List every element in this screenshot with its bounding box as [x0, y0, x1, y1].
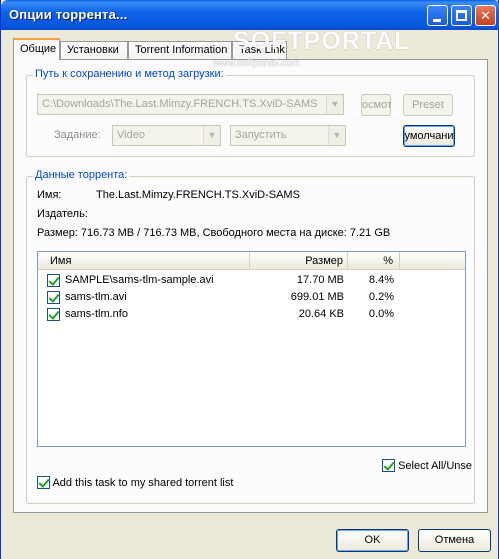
share-checkbox[interactable]: [37, 476, 50, 489]
file-checkbox[interactable]: [47, 291, 60, 304]
tab-general[interactable]: Общие: [13, 38, 60, 60]
browse-button[interactable]: осмот: [361, 94, 391, 116]
chevron-down-icon[interactable]: ▼: [328, 126, 345, 145]
table-row[interactable]: SAMPLE\sams-tlm-sample.avi 17.70 MB 8.4%: [38, 272, 465, 289]
tab-torrent-information[interactable]: Torrent Information: [128, 41, 232, 60]
preset-button[interactable]: Preset: [403, 94, 453, 116]
file-size: 699.01 MB: [290, 291, 344, 303]
name-value: The.Last.Mimzy.FRENCH.TS.XviD-SAMS: [96, 189, 300, 201]
save-path-combo[interactable]: C:\Downloads\The.Last.Mimzy.FRENCH.TS.Xv…: [37, 94, 344, 115]
minimize-icon: [433, 19, 441, 22]
name-label: Имя:: [37, 189, 62, 201]
close-icon: ✕: [480, 8, 491, 23]
files-list-header: Имя Размер %: [38, 252, 465, 270]
share-checkbox-wrap[interactable]: Add this task to my shared torrent list: [37, 476, 233, 489]
file-checkbox[interactable]: [47, 308, 60, 321]
file-percent: 8.4%: [368, 274, 394, 286]
file-name: sams-tlm.avi: [65, 291, 127, 303]
tab-task-link[interactable]: Task Link: [232, 41, 287, 60]
save-path-value: C:\Downloads\The.Last.Mimzy.FRENCH.TS.Xv…: [42, 98, 318, 110]
chevron-down-icon[interactable]: ▼: [326, 95, 343, 114]
torrent-data-group-title: Данные торрента:: [33, 169, 130, 181]
select-all-label: Select All/Unse: [398, 460, 473, 472]
maximize-button[interactable]: [451, 5, 472, 26]
save-path-group-title: Путь к сохранению и метод загрузки:: [33, 68, 226, 80]
file-name: SAMPLE\sams-tlm-sample.avi: [65, 274, 214, 286]
file-percent: 0.2%: [368, 291, 394, 303]
tab-settings[interactable]: Установки: [60, 41, 128, 60]
minimize-button[interactable]: [427, 5, 448, 26]
window-title: Опции торрента...: [9, 7, 128, 22]
dialog-button-bar: OK Отмена: [1, 513, 498, 559]
dialog-window: Опции торрента... ✕ Общие Установки Torr…: [0, 0, 499, 559]
category-value: Video: [117, 129, 145, 141]
file-name: sams-tlm.nfo: [65, 308, 128, 320]
maximize-icon: [456, 10, 467, 21]
table-row[interactable]: sams-tlm.avi 699.01 MB 0.2%: [38, 289, 465, 306]
action-combo[interactable]: Запустить ▼: [230, 125, 346, 146]
column-header-size[interactable]: Размер: [250, 252, 348, 270]
publisher-label: Издатель:: [37, 208, 88, 220]
default-button[interactable]: умолчани: [403, 125, 455, 147]
file-percent: 0.0%: [368, 308, 394, 320]
column-header-percent[interactable]: %: [348, 252, 400, 270]
share-label: Add this task to my shared torrent list: [52, 477, 234, 489]
title-bar[interactable]: Опции торрента... ✕: [1, 0, 499, 30]
table-row[interactable]: sams-tlm.nfo 20.64 KB 0.0%: [38, 306, 465, 323]
close-button[interactable]: ✕: [475, 5, 496, 26]
tab-panel-general: Путь к сохранению и метод загрузки: C:\D…: [13, 59, 488, 513]
chevron-down-icon[interactable]: ▼: [203, 126, 220, 145]
files-list[interactable]: Имя Размер % SAMPLE\sams-tlm-sample.avi …: [37, 251, 466, 447]
task-label: Задание:: [54, 129, 101, 141]
size-info: Размер: 716.73 MB / 716.73 MB, Свободног…: [37, 227, 391, 239]
ok-button[interactable]: OK: [336, 529, 409, 552]
file-size: 17.70 MB: [296, 274, 344, 286]
file-size: 20.64 KB: [298, 308, 344, 320]
save-path-group: Путь к сохранению и метод загрузки: C:\D…: [26, 68, 475, 157]
file-checkbox[interactable]: [47, 274, 60, 287]
action-value: Запустить: [235, 129, 287, 141]
select-all-checkbox-wrap[interactable]: Select All/Unse: [382, 459, 472, 472]
select-all-checkbox[interactable]: [382, 459, 395, 472]
column-header-name[interactable]: Имя: [38, 252, 250, 270]
category-combo[interactable]: Video ▼: [112, 125, 221, 146]
cancel-button[interactable]: Отмена: [418, 529, 491, 552]
